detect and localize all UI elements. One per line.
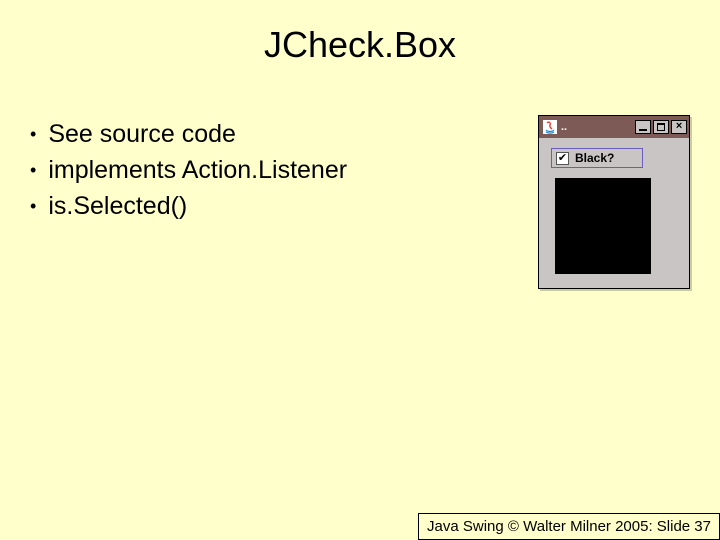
bullet-dot: • — [30, 125, 36, 143]
window-titlebar[interactable]: .. × — [539, 116, 689, 138]
checkbox-label: Black? — [575, 151, 614, 165]
minimize-button[interactable] — [635, 120, 651, 134]
java-icon — [543, 120, 557, 134]
close-button[interactable]: × — [671, 120, 687, 134]
titlebar-left: .. — [541, 120, 567, 134]
list-item: • See source code — [30, 118, 347, 152]
bullet-text: implements Action.Listener — [48, 154, 347, 188]
slide-footer: Java Swing © Walter Milner 2005: Slide 3… — [418, 513, 720, 540]
window-title: .. — [561, 121, 567, 133]
slide-title: JCheck.Box — [0, 0, 720, 66]
window-controls: × — [635, 120, 687, 134]
bullet-text: See source code — [48, 118, 236, 152]
maximize-icon — [657, 123, 665, 131]
close-icon: × — [676, 122, 683, 133]
window-client-area: ✔ Black? — [539, 138, 689, 288]
bullet-list: • See source code • implements Action.Li… — [30, 118, 347, 225]
checkmark-icon: ✔ — [558, 153, 567, 164]
bullet-text: is.Selected() — [48, 190, 187, 224]
checkbox-box[interactable]: ✔ — [556, 152, 569, 165]
maximize-button[interactable] — [653, 120, 669, 134]
bullet-dot: • — [30, 197, 36, 215]
minimize-icon — [639, 129, 647, 131]
list-item: • implements Action.Listener — [30, 154, 347, 188]
swing-window: .. × ✔ Black? — [538, 115, 690, 289]
list-item: • is.Selected() — [30, 190, 347, 224]
black-checkbox[interactable]: ✔ Black? — [551, 148, 643, 168]
color-panel — [555, 178, 651, 274]
bullet-dot: • — [30, 161, 36, 179]
